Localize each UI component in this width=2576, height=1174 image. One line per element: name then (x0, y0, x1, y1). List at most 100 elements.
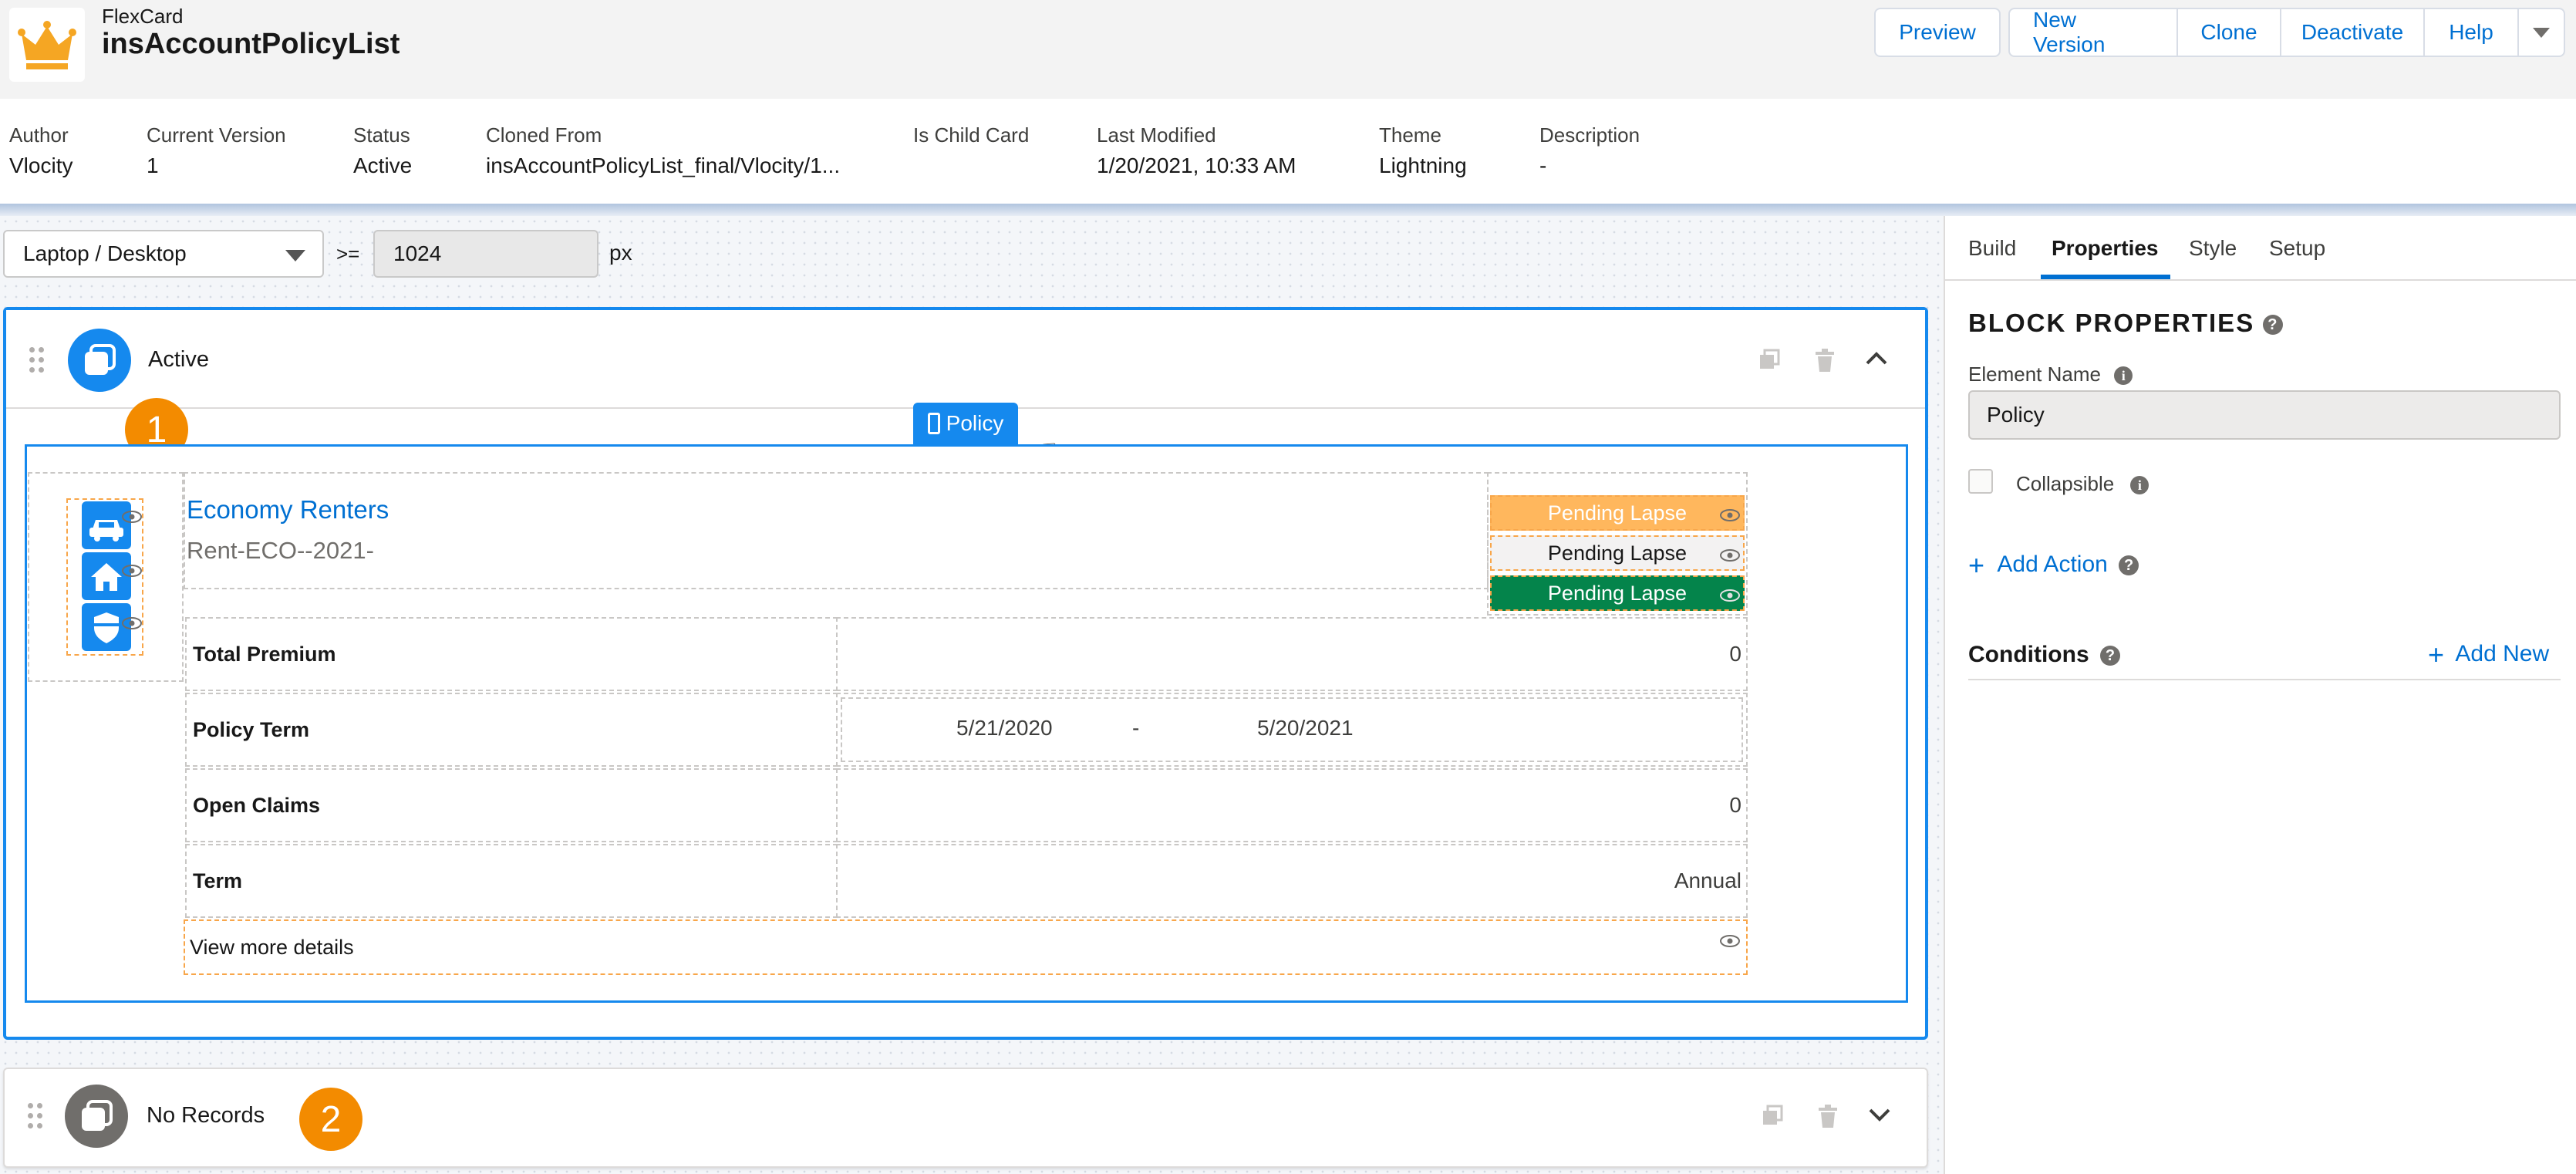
header-action-group: New Version Clone Deactivate Help (2008, 8, 2565, 57)
state-no-records[interactable] (3, 1068, 1928, 1168)
state-active-label: Active (148, 347, 209, 372)
preview-button-group: Preview (1874, 8, 2001, 57)
block-tab-label: Policy (946, 411, 1004, 435)
plus-icon: + (2428, 639, 2445, 670)
visibility-eye-icon[interactable] (1720, 589, 1740, 606)
info-icon[interactable]: i (2130, 476, 2149, 495)
field-label-policy-term: Policy Term (185, 693, 838, 767)
element-name-input[interactable]: Policy (1968, 390, 2561, 440)
preview-button[interactable]: Preview (1874, 8, 2001, 57)
delete-state-icon[interactable] (1817, 1105, 1839, 1132)
status-badge-pending-lapse-orange[interactable]: Pending Lapse (1490, 495, 1745, 531)
dropdown-caret-icon (285, 250, 305, 261)
collapsible-label-row: Collapsible i (2016, 472, 2149, 496)
meta-cloned-from: Cloned From insAccountPolicyList_final/Vl… (486, 123, 841, 177)
record-type-label: FlexCard (102, 5, 184, 28)
visibility-eye-icon[interactable] (1720, 549, 1740, 565)
meta-last-modified: Last Modified 1/20/2021, 10:33 AM (1097, 123, 1296, 177)
divider-band (0, 204, 2576, 216)
add-new-condition-button[interactable]: + Add New (2428, 639, 2549, 671)
info-icon[interactable]: i (2114, 366, 2133, 386)
tab-setup[interactable]: Setup (2269, 236, 2325, 261)
tab-build[interactable]: Build (1968, 236, 2016, 261)
callout-badge-2: 2 (299, 1088, 362, 1151)
state-active-header (6, 310, 1925, 409)
help-button[interactable]: Help (2423, 8, 2519, 57)
plus-icon: + (1968, 549, 1985, 581)
element-name-label: Element Name (1968, 363, 2101, 386)
card-name-title: insAccountPolicyList (102, 28, 400, 60)
add-action-label: Add Action (1997, 551, 2108, 577)
collapsible-label: Collapsible (2016, 472, 2115, 495)
clone-state-icon[interactable] (1762, 1105, 1783, 1130)
tab-bar-divider (1944, 279, 2576, 281)
conditions-label: Conditions (1968, 642, 2089, 667)
meta-description: Description - (1539, 123, 1640, 177)
element-name-label-row: Element Name i (1968, 363, 2133, 386)
meta-status: Status Active (353, 123, 413, 177)
visibility-eye-icon[interactable] (1720, 935, 1740, 951)
meta-theme: Theme Lightning (1379, 123, 1467, 177)
drag-handle-icon[interactable] (28, 1103, 43, 1128)
tab-style[interactable]: Style (2189, 236, 2237, 261)
breakpoint-unit: px (609, 241, 632, 265)
view-more-details-link[interactable]: View more details (184, 919, 1748, 975)
meta-is-child-card: Is Child Card (913, 123, 1030, 147)
policy-number: Rent-ECO--2021- (187, 537, 374, 564)
policy-term-separator: - (1132, 716, 1140, 740)
add-new-label: Add New (2455, 640, 2550, 666)
field-value-open-claims: 0 (836, 768, 1748, 842)
mobile-device-icon (927, 413, 940, 434)
field-value-term: Annual (836, 844, 1748, 918)
drag-handle-icon[interactable] (29, 347, 45, 373)
flexcard-crown-icon (9, 8, 85, 82)
new-version-button[interactable]: New Version (2008, 8, 2178, 57)
state-no-records-label: No Records (147, 1103, 265, 1128)
help-icon[interactable]: ? (2099, 646, 2120, 666)
visibility-eye-icon[interactable] (122, 511, 142, 527)
properties-panel (1944, 216, 2576, 1174)
visibility-eye-icon[interactable] (1720, 509, 1740, 525)
more-actions-button[interactable] (2517, 8, 2565, 57)
policy-term-end: 5/20/2021 (1257, 716, 1354, 740)
add-action-button[interactable]: + Add Action ? (1968, 549, 2139, 582)
status-badge-pending-lapse-green[interactable]: Pending Lapse (1490, 575, 1745, 611)
card-details-bar: Author Vlocity Current Version 1 Status Act… (0, 99, 2576, 204)
tab-properties[interactable]: Properties (2052, 236, 2159, 261)
conditions-divider (1968, 679, 2561, 680)
field-label-open-claims: Open Claims (185, 768, 838, 842)
visibility-eye-icon[interactable] (122, 565, 142, 581)
policy-title-link[interactable]: Economy Renters (187, 495, 389, 525)
collapse-chevron-up-icon[interactable] (1865, 350, 1888, 369)
breakpoint-input[interactable]: 1024 (373, 230, 598, 278)
field-label-term: Term (185, 844, 838, 918)
active-tab-indicator (2041, 275, 2170, 279)
meta-author: Author Vlocity (9, 123, 73, 177)
delete-state-icon[interactable] (1814, 349, 1836, 376)
deactivate-button[interactable]: Deactivate (2280, 8, 2425, 57)
field-value-total-premium: 0 (836, 617, 1748, 691)
breakpoint-operator: >= (336, 242, 360, 265)
chevron-down-icon (2533, 27, 2550, 38)
device-select[interactable]: Laptop / Desktop (3, 230, 324, 278)
section-title: BLOCK PROPERTIES ? (1968, 309, 2284, 338)
conditions-header: Conditions ? (1968, 642, 2120, 668)
help-icon[interactable]: ? (2119, 555, 2139, 575)
title-region (184, 472, 1489, 589)
collapsible-checkbox[interactable] (1968, 469, 1993, 494)
block-tab-policy[interactable]: Policy (913, 403, 1018, 444)
visibility-eye-icon[interactable] (122, 617, 142, 633)
policy-term-start: 5/21/2020 (956, 716, 1053, 740)
view-more-label: View more details (190, 935, 354, 959)
status-badge-pending-lapse-neutral[interactable]: Pending Lapse (1490, 535, 1745, 571)
help-icon[interactable]: ? (2263, 315, 2284, 336)
state-stack-icon (65, 1085, 128, 1148)
field-label-total-premium: Total Premium (185, 617, 838, 691)
clone-state-icon[interactable] (1758, 349, 1780, 374)
meta-current-version: Current Version 1 (147, 123, 286, 177)
block-properties-heading: BLOCK PROPERTIES (1968, 309, 2255, 337)
clone-button[interactable]: Clone (2176, 8, 2281, 57)
state-stack-icon (68, 329, 131, 392)
device-select-value: Laptop / Desktop (23, 241, 187, 265)
expand-chevron-down-icon[interactable] (1868, 1108, 1891, 1127)
